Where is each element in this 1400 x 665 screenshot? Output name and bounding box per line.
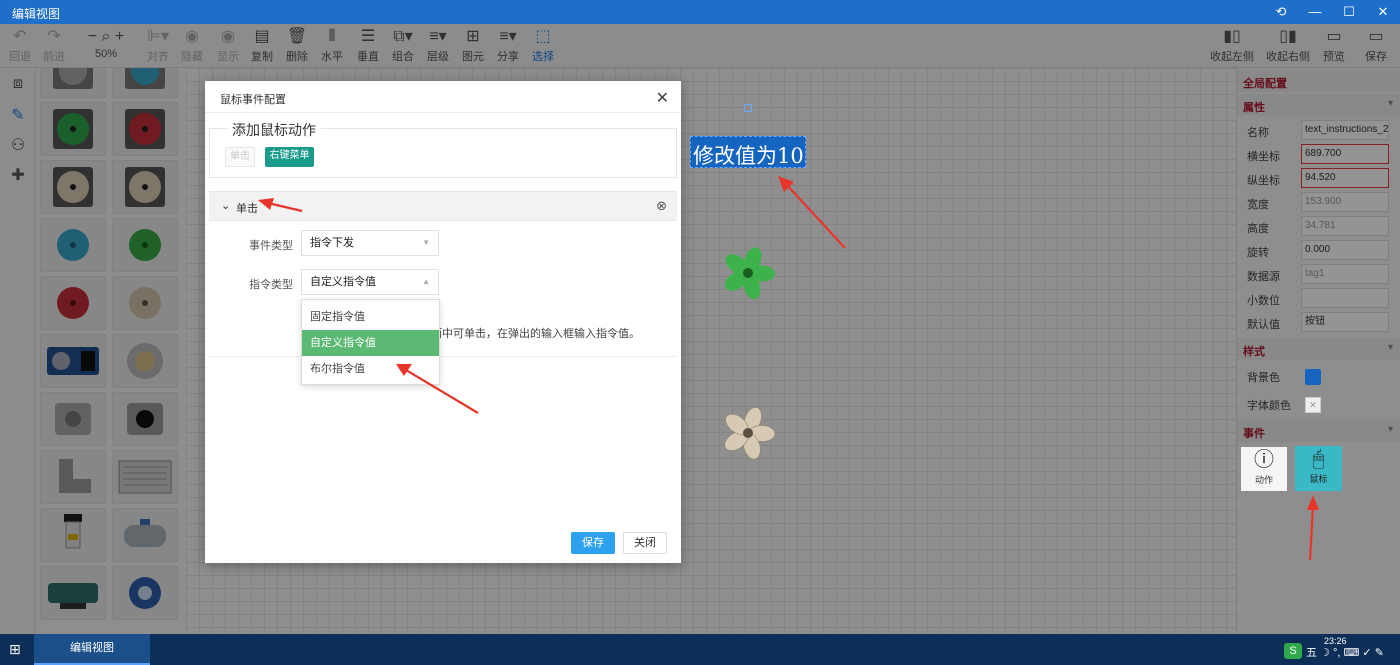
remove-circle-icon[interactable]: ⊗ [656, 198, 667, 214]
option-custom-value[interactable]: 自定义指令值 [302, 330, 439, 356]
lightning-icon: ⓘ [1254, 449, 1274, 471]
mouse-event-dialog: 鼠标事件配置 ✕ 添加鼠标动作 单击 右键菜单 ⌄ 单击 ⊗ 事件类型 指令下发… [205, 81, 681, 563]
mouse-icon: 🖱 [1312, 448, 1325, 470]
click-action-button[interactable]: 单击 [225, 147, 255, 167]
command-type-label: 指令类型 [249, 279, 293, 291]
click-section-header[interactable]: ⌄ 单击 ⊗ [209, 191, 677, 221]
text-element-selected[interactable]: 修改值为10 [690, 136, 806, 168]
option-boolean-value[interactable]: 布尔指令值 [302, 356, 439, 382]
context-menu-button[interactable]: 右键菜单 [265, 147, 314, 167]
green-fan-icon [724, 247, 775, 300]
click-section-title: 单击 [236, 203, 258, 215]
close-button[interactable]: 关闭 [623, 532, 667, 554]
maximize-icon[interactable]: ☐ [1332, 0, 1366, 24]
chevron-down-icon: ⌄ [221, 200, 231, 212]
dialog-header: 鼠标事件配置 ✕ [205, 81, 681, 113]
rotate-handle[interactable] [744, 104, 752, 112]
option-fixed-value[interactable]: 固定指令值 [302, 304, 439, 330]
input-method-icon[interactable]: S [1284, 643, 1302, 659]
green-fan-on-canvas[interactable] [720, 245, 776, 304]
mouse-event-button[interactable]: 🖱 鼠标 [1295, 446, 1342, 491]
restore-down-icon[interactable]: ⟲ [1264, 0, 1298, 24]
caret-up-icon: ▲ [422, 277, 430, 286]
title-bar: 编辑视图 ⟲ — ☐ ✕ [0, 0, 1400, 24]
minimize-icon[interactable]: — [1298, 0, 1332, 24]
command-type-dropdown: 固定指令值 自定义指令值 布尔指令值 [301, 299, 440, 385]
close-icon[interactable]: ✕ [656, 88, 669, 108]
windows-start-icon[interactable]: ⊞ [9, 641, 21, 658]
caret-down-icon: ▼ [422, 238, 430, 247]
command-hint-text: 而中可单击，在弹出的输入框输入指令值。 [431, 328, 640, 340]
dialog-title: 鼠标事件配置 [220, 94, 286, 106]
beige-fan-on-canvas[interactable] [720, 405, 776, 464]
taskbar-app-editor[interactable]: 编辑视图 [34, 634, 150, 665]
taskbar: ⊞ 编辑视图 23:26 S 五 ☽ °, ⌨ ✓ ✎ [0, 634, 1400, 665]
ime-mode-icon[interactable]: 五 ☽ °, ⌨ ✓ ✎ [1306, 644, 1384, 660]
font-color-swatch[interactable]: ✕ [1305, 397, 1321, 413]
close-icon[interactable]: ✕ [1366, 0, 1400, 24]
add-mouse-action-legend: 添加鼠标动作 [227, 120, 321, 140]
canvas-text-element: 修改值为10 [693, 144, 804, 168]
beige-fan-icon [724, 407, 776, 460]
bg-color-swatch[interactable] [1305, 369, 1321, 385]
save-button[interactable]: 保存 [571, 532, 615, 554]
action-event-button[interactable]: ⓘ 动作 [1241, 447, 1287, 491]
event-type-select[interactable]: 指令下发 ▼ [301, 230, 439, 256]
command-type-select[interactable]: 自定义指令值 ▲ [301, 269, 439, 295]
window-title: 编辑视图 [12, 7, 61, 21]
event-type-label: 事件类型 [249, 240, 293, 252]
